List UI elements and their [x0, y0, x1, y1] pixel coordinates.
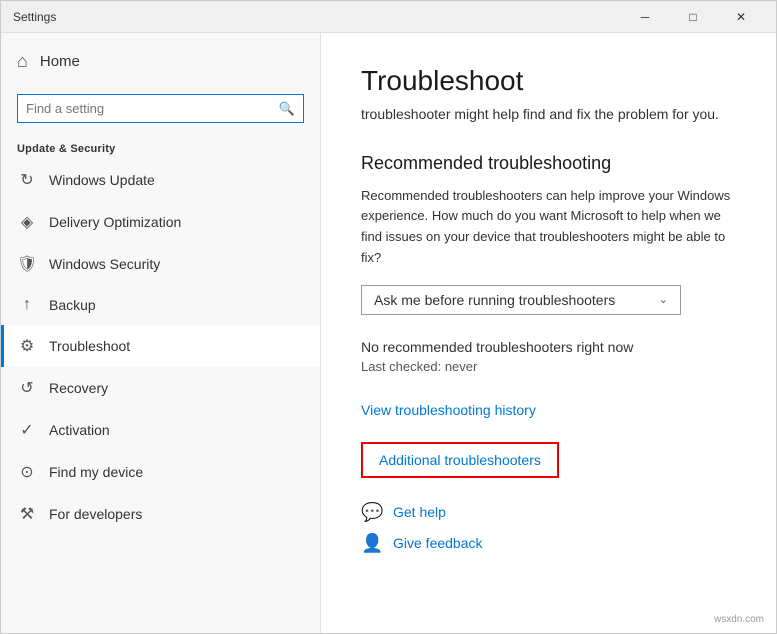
- recovery-icon: ↺: [17, 378, 37, 398]
- maximize-button[interactable]: □: [670, 1, 716, 33]
- section-label: Update & Security: [1, 135, 320, 159]
- search-icon: 🔍: [271, 97, 303, 121]
- recommended-description: Recommended troubleshooters can help imp…: [361, 186, 736, 269]
- sidebar-item-troubleshoot[interactable]: ⚙ Troubleshoot: [1, 325, 320, 367]
- search-box: 🔍: [17, 94, 304, 123]
- main-wrapper: Troubleshoot troubleshooter might help f…: [321, 33, 776, 633]
- home-icon: ⌂: [17, 51, 28, 72]
- nav-label: Find my device: [49, 464, 143, 480]
- nav-label: Delivery Optimization: [49, 214, 181, 230]
- watermark: wsxdn.com: [714, 614, 764, 625]
- home-label: Home: [40, 53, 80, 70]
- nav-label: Windows Security: [49, 256, 160, 272]
- sidebar-item-home[interactable]: ⌂ Home: [1, 33, 320, 90]
- backup-icon: ↑: [17, 296, 37, 314]
- no-troubleshooters-text: No recommended troubleshooters right now: [361, 339, 736, 355]
- troubleshoot-icon: ⚙: [17, 336, 37, 356]
- activation-icon: ✓: [17, 420, 37, 440]
- last-checked-text: Last checked: never: [361, 359, 736, 374]
- windows-update-icon: ↻: [17, 170, 37, 190]
- chevron-down-icon: ⌄: [659, 293, 668, 306]
- nav-label: Backup: [49, 297, 96, 313]
- get-help-link[interactable]: Get help: [393, 504, 446, 520]
- sidebar: ⌂ Home 🔍 Update & Security ↻ Windows Upd…: [1, 33, 321, 633]
- developers-icon: ⚒: [17, 504, 37, 524]
- sidebar-item-backup[interactable]: ↑ Backup: [1, 285, 320, 325]
- nav-label: Troubleshoot: [49, 338, 130, 354]
- additional-troubleshooters-link[interactable]: Additional troubleshooters: [363, 444, 557, 476]
- find-device-icon: ⊙: [17, 462, 37, 482]
- give-feedback-icon: 👤: [361, 533, 383, 554]
- sidebar-item-for-developers[interactable]: ⚒ For developers: [1, 493, 320, 535]
- title-bar: Settings ─ □ ✕: [1, 1, 776, 33]
- get-help-icon: 💬: [361, 502, 383, 523]
- dropdown-value: Ask me before running troubleshooters: [374, 292, 615, 308]
- sidebar-item-windows-update[interactable]: ↻ Windows Update: [1, 159, 320, 201]
- additional-troubleshooters-box: Additional troubleshooters: [361, 442, 559, 478]
- view-history-link[interactable]: View troubleshooting history: [361, 402, 536, 418]
- sidebar-item-delivery-optimization[interactable]: ◈ Delivery Optimization: [1, 201, 320, 243]
- sidebar-item-activation[interactable]: ✓ Activation: [1, 409, 320, 451]
- page-subtitle: troubleshooter might help find and fix t…: [361, 105, 736, 125]
- security-icon: 🛡: [17, 254, 37, 274]
- window-controls: ─ □ ✕: [622, 1, 764, 33]
- content-area: ⌂ Home 🔍 Update & Security ↻ Windows Upd…: [1, 33, 776, 633]
- nav-label: Windows Update: [49, 172, 155, 188]
- get-help-item: 💬 Get help: [361, 502, 736, 523]
- sidebar-item-find-my-device[interactable]: ⊙ Find my device: [1, 451, 320, 493]
- troubleshooter-dropdown[interactable]: Ask me before running troubleshooters ⌄: [361, 285, 681, 315]
- page-title: Troubleshoot: [361, 65, 736, 97]
- sidebar-item-windows-security[interactable]: 🛡 Windows Security: [1, 243, 320, 285]
- nav-label: For developers: [49, 506, 142, 522]
- search-input[interactable]: [18, 95, 271, 122]
- give-feedback-item: 👤 Give feedback: [361, 533, 736, 554]
- settings-window: Settings ─ □ ✕ ⌂ Home 🔍 Update & Securit…: [0, 0, 777, 634]
- delivery-icon: ◈: [17, 212, 37, 232]
- sidebar-item-recovery[interactable]: ↺ Recovery: [1, 367, 320, 409]
- close-button[interactable]: ✕: [718, 1, 764, 33]
- recommended-section-title: Recommended troubleshooting: [361, 153, 736, 174]
- nav-label: Activation: [49, 422, 110, 438]
- minimize-button[interactable]: ─: [622, 1, 668, 33]
- window-title: Settings: [13, 10, 56, 24]
- main-content: Troubleshoot troubleshooter might help f…: [321, 33, 776, 633]
- nav-label: Recovery: [49, 380, 108, 396]
- give-feedback-link[interactable]: Give feedback: [393, 535, 483, 551]
